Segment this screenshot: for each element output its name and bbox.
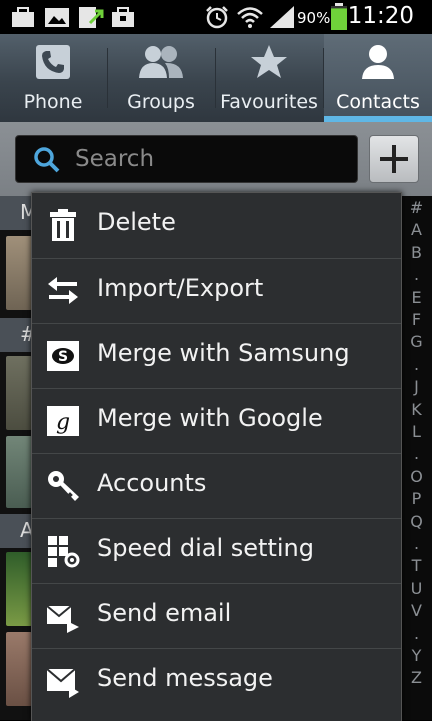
index-letter[interactable]: E bbox=[401, 288, 432, 307]
menu-item-merge-samsung[interactable]: S Merge with Samsung bbox=[32, 323, 401, 389]
tab-phone[interactable]: Phone bbox=[0, 34, 106, 122]
google-icon: g bbox=[46, 404, 80, 438]
trash-icon bbox=[46, 208, 80, 242]
groups-icon bbox=[138, 44, 184, 84]
options-menu: Delete Import/Export S Merge with Samsun… bbox=[31, 192, 402, 721]
contact-photo[interactable] bbox=[6, 236, 32, 310]
signal-icon bbox=[268, 5, 296, 33]
tab-groups[interactable]: Groups bbox=[108, 34, 214, 122]
tab-bar: Phone Groups Favourites Contacts bbox=[0, 34, 432, 122]
phone-icon bbox=[35, 44, 71, 84]
tab-label: Groups bbox=[127, 91, 195, 113]
svg-text:S: S bbox=[58, 349, 68, 365]
bag-icon bbox=[110, 5, 136, 33]
sync-icon bbox=[78, 5, 104, 33]
index-letter[interactable]: Z bbox=[401, 668, 432, 687]
menu-item-label: Merge with Samsung bbox=[97, 339, 350, 367]
menu-item-label: Send message bbox=[97, 664, 273, 692]
message-icon bbox=[46, 664, 80, 698]
add-contact-button[interactable] bbox=[369, 135, 419, 183]
index-letter[interactable]: K bbox=[401, 400, 432, 419]
contact-photo[interactable] bbox=[6, 436, 32, 508]
import-export-icon bbox=[46, 274, 80, 308]
battery-percent: 90% bbox=[297, 9, 331, 27]
contact-photo[interactable] bbox=[6, 552, 32, 626]
index-letter[interactable]: # bbox=[401, 198, 432, 217]
menu-item-label: Speed dial setting bbox=[97, 534, 314, 562]
index-letter[interactable]: F bbox=[401, 310, 432, 329]
person-icon bbox=[360, 44, 396, 84]
plus-icon bbox=[378, 143, 410, 179]
search-input[interactable]: Search bbox=[15, 135, 358, 183]
menu-item-send-email[interactable]: Send email bbox=[32, 583, 401, 649]
index-letter[interactable]: J bbox=[401, 377, 432, 396]
speed-dial-icon bbox=[46, 534, 80, 568]
search-placeholder: Search bbox=[75, 146, 155, 172]
index-letter[interactable]: P bbox=[401, 489, 432, 508]
index-letter[interactable]: Q bbox=[401, 512, 432, 531]
tab-label: Phone bbox=[23, 91, 83, 113]
menu-item-label: Send email bbox=[97, 599, 232, 627]
search-icon bbox=[33, 146, 61, 178]
index-letter[interactable]: U bbox=[401, 579, 432, 598]
alphabet-index[interactable]: # A B. E F G. J K L. O P Q. T U V. Y Z bbox=[401, 196, 432, 720]
index-letter[interactable]: . bbox=[401, 534, 432, 553]
star-icon bbox=[250, 44, 288, 84]
index-letter[interactable]: Y bbox=[401, 646, 432, 665]
index-letter[interactable]: T bbox=[401, 556, 432, 575]
contact-photo[interactable] bbox=[6, 632, 32, 706]
menu-item-merge-google[interactable]: g Merge with Google bbox=[32, 388, 401, 454]
tab-favourites[interactable]: Favourites bbox=[216, 34, 322, 122]
status-time: 11:20 bbox=[347, 3, 414, 29]
svg-text:g: g bbox=[56, 410, 70, 435]
index-letter[interactable]: . bbox=[401, 355, 432, 374]
index-letter[interactable]: L bbox=[401, 422, 432, 441]
samsung-icon: S bbox=[46, 339, 80, 373]
alarm-icon bbox=[204, 5, 230, 33]
search-row: Search bbox=[0, 122, 432, 196]
menu-item-label: Accounts bbox=[97, 469, 207, 497]
index-letter[interactable]: . bbox=[401, 444, 432, 463]
menu-item-label: Import/Export bbox=[97, 274, 264, 302]
tab-label: Contacts bbox=[336, 91, 420, 113]
key-icon bbox=[46, 469, 80, 503]
menu-item-send-message[interactable]: Send message bbox=[32, 648, 401, 714]
menu-item-accounts[interactable]: Accounts bbox=[32, 453, 401, 519]
tab-label: Favourites bbox=[220, 91, 318, 113]
tab-contacts[interactable]: Contacts bbox=[324, 34, 432, 122]
briefcase-icon bbox=[10, 5, 36, 33]
wifi-icon bbox=[236, 5, 264, 33]
index-letter[interactable]: . bbox=[401, 624, 432, 643]
index-letter[interactable]: G bbox=[401, 332, 432, 351]
index-letter[interactable]: A bbox=[401, 220, 432, 239]
menu-item-label: Merge with Google bbox=[97, 404, 323, 432]
battery-icon bbox=[330, 3, 348, 35]
contact-photo[interactable] bbox=[6, 356, 32, 430]
status-bar: 90% 11:20 bbox=[0, 0, 432, 34]
index-letter[interactable]: . bbox=[401, 265, 432, 284]
menu-item-delete[interactable]: Delete bbox=[32, 193, 401, 258]
index-letter[interactable]: O bbox=[401, 467, 432, 486]
menu-item-label: Delete bbox=[97, 208, 176, 236]
menu-item-speed-dial[interactable]: Speed dial setting bbox=[32, 518, 401, 584]
email-icon bbox=[46, 599, 80, 633]
menu-item-import-export[interactable]: Import/Export bbox=[32, 258, 401, 324]
index-letter[interactable]: B bbox=[401, 243, 432, 262]
index-letter[interactable]: V bbox=[401, 601, 432, 620]
gallery-icon bbox=[44, 5, 70, 33]
